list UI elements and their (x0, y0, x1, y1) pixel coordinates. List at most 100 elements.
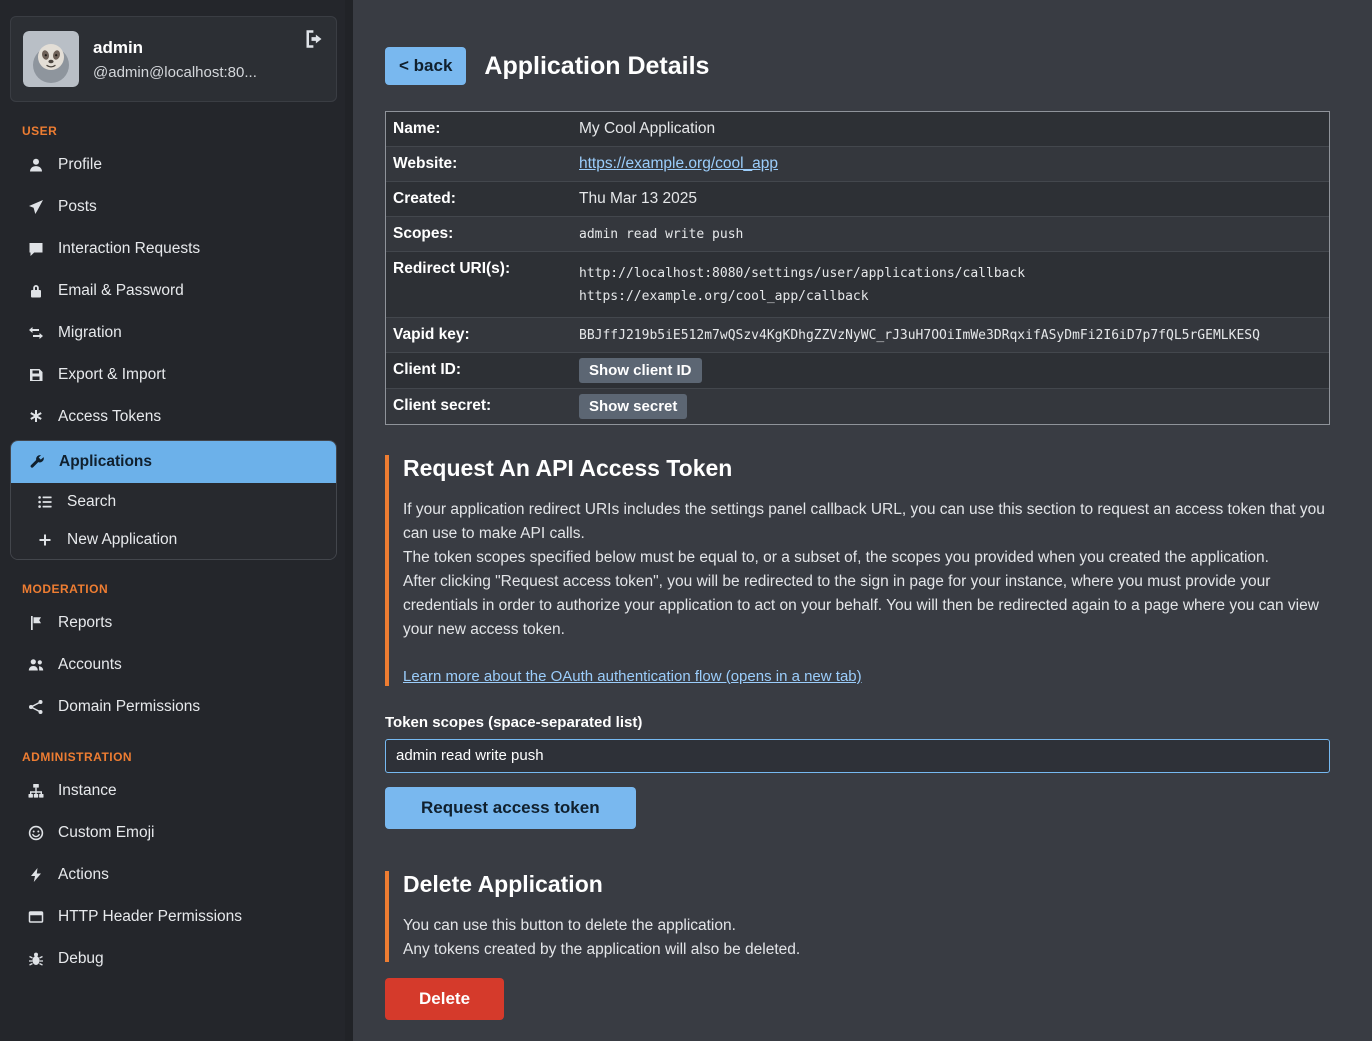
vapid-key-value: BBJffJ219b5iE512m7wQSzv4KgKDhgZZVzNyWC_r… (579, 318, 1329, 351)
flag-icon (28, 615, 44, 631)
user-card[interactable]: admin @admin@localhost:80... (10, 16, 337, 102)
sidebar-item-actions[interactable]: Actions (10, 854, 337, 896)
sidebar-item-applications-search[interactable]: Search (11, 483, 336, 521)
sidebar-item-export-import[interactable]: Export & Import (10, 354, 337, 396)
sign-out-icon (304, 29, 324, 49)
back-button[interactable]: < back (385, 47, 466, 85)
token-scopes-label: Token scopes (space-separated list) (385, 714, 1330, 731)
row-label: Client secret: (386, 389, 579, 423)
sidebar-heading-user: USER (22, 124, 337, 138)
table-row-created: Created: Thu Mar 13 2025 (386, 181, 1329, 216)
sidebar-item-custom-emoji[interactable]: Custom Emoji (10, 812, 337, 854)
sidebar-item-email-password[interactable]: Email & Password (10, 270, 337, 312)
page-title: Application Details (484, 52, 709, 81)
sidebar-item-label: Accounts (58, 656, 122, 674)
sloth-avatar-image (23, 31, 79, 87)
row-label: Client ID: (386, 353, 579, 387)
sidebar-item-label: Search (67, 493, 116, 511)
logout-button[interactable] (304, 29, 324, 52)
request-access-token-button[interactable]: Request access token (385, 787, 636, 829)
sidebar-item-label: Migration (58, 324, 122, 342)
delete-info-line: You can use this button to delete the ap… (403, 914, 1330, 938)
applications-subnav: Search New Application (11, 483, 336, 559)
sidebar-item-label: Applications (59, 453, 152, 471)
applications-group: Applications Search New Application (10, 440, 337, 560)
transfer-arrows-icon (28, 325, 44, 341)
users-icon (28, 657, 44, 673)
plus-icon (37, 532, 53, 548)
row-label: Name: (386, 112, 579, 146)
row-label: Vapid key: (386, 318, 579, 352)
show-secret-button[interactable]: Show secret (579, 394, 687, 419)
bolt-icon (28, 867, 44, 883)
share-nodes-icon (28, 699, 44, 715)
sitemap-icon (28, 783, 44, 799)
table-row-redirect-uris: Redirect URI(s): http://localhost:8080/s… (386, 251, 1329, 317)
row-label: Redirect URI(s): (386, 252, 579, 286)
sidebar: admin @admin@localhost:80... USER Profil… (0, 0, 345, 1041)
tools-icon (29, 454, 45, 470)
sidebar-item-reports[interactable]: Reports (10, 602, 337, 644)
sidebar-item-accounts[interactable]: Accounts (10, 644, 337, 686)
sidebar-item-label: Debug (58, 950, 104, 968)
sidebar-item-posts[interactable]: Posts (10, 186, 337, 228)
delete-info-line: Any tokens created by the application wi… (403, 938, 1330, 962)
sidebar-item-label: Instance (58, 782, 117, 800)
avatar (23, 31, 79, 87)
token-scopes-input[interactable] (385, 739, 1330, 773)
redirect-uris-value: http://localhost:8080/settings/user/appl… (579, 252, 1329, 317)
redirect-uri: http://localhost:8080/settings/user/appl… (579, 262, 1321, 285)
website-link[interactable]: https://example.org/cool_app (579, 155, 778, 172)
floppy-disk-icon (28, 367, 44, 383)
sidebar-item-label: Interaction Requests (58, 240, 200, 258)
sidebar-heading-moderation: MODERATION (22, 582, 337, 596)
token-request-paragraph: After clicking "Request access token", y… (403, 570, 1330, 642)
user-handle: @admin@localhost:80... (93, 64, 257, 81)
table-row-scopes: Scopes: admin read write push (386, 216, 1329, 251)
token-request-paragraph: If your application redirect URIs includ… (403, 498, 1330, 546)
table-row-website: Website: https://example.org/cool_app (386, 146, 1329, 181)
sidebar-item-label: Email & Password (58, 282, 184, 300)
sidebar-item-label: Export & Import (58, 366, 166, 384)
sidebar-item-label: Domain Permissions (58, 698, 200, 716)
row-label: Created: (386, 182, 579, 216)
show-client-id-button[interactable]: Show client ID (579, 358, 702, 383)
delete-application-section: Delete Application You can use this butt… (385, 871, 1330, 962)
sidebar-item-instance[interactable]: Instance (10, 770, 337, 812)
delete-application-heading: Delete Application (403, 871, 1330, 898)
sidebar-item-domain-permissions[interactable]: Domain Permissions (10, 686, 337, 728)
table-row-client-secret: Client secret: Show secret (386, 388, 1329, 424)
user-icon (28, 157, 44, 173)
application-name-value: My Cool Application (579, 112, 1329, 146)
sidebar-item-access-tokens[interactable]: Access Tokens (10, 396, 337, 438)
sidebar-heading-administration: ADMINISTRATION (22, 750, 337, 764)
sidebar-item-interaction-requests[interactable]: Interaction Requests (10, 228, 337, 270)
row-label: Scopes: (386, 217, 579, 251)
username: admin (93, 38, 257, 58)
application-details-table: Name: My Cool Application Website: https… (385, 111, 1330, 425)
table-row-name: Name: My Cool Application (386, 112, 1329, 146)
oauth-docs-link[interactable]: Learn more about the OAuth authenticatio… (403, 668, 862, 685)
paper-plane-icon (28, 199, 44, 215)
sidebar-item-applications[interactable]: Applications (11, 441, 336, 483)
sidebar-item-debug[interactable]: Debug (10, 938, 337, 980)
list-icon (37, 494, 53, 510)
sidebar-item-label: Reports (58, 614, 112, 632)
sidebar-item-migration[interactable]: Migration (10, 312, 337, 354)
sidebar-item-label: Profile (58, 156, 102, 174)
token-request-section: Request An API Access Token If your appl… (385, 455, 1330, 686)
sidebar-item-new-application[interactable]: New Application (11, 521, 336, 559)
row-label: Website: (386, 147, 579, 181)
asterisk-icon (28, 409, 44, 425)
lock-icon (28, 283, 44, 299)
main-content: < back Application Details Name: My Cool… (353, 0, 1372, 1041)
table-row-client-id: Client ID: Show client ID (386, 352, 1329, 388)
bug-icon (28, 951, 44, 967)
sidebar-item-profile[interactable]: Profile (10, 144, 337, 186)
sidebar-item-label: Access Tokens (58, 408, 161, 426)
sidebar-item-label: New Application (67, 531, 177, 549)
user-meta: admin @admin@localhost:80... (93, 38, 257, 81)
smiley-icon (28, 825, 44, 841)
sidebar-item-http-header-permissions[interactable]: HTTP Header Permissions (10, 896, 337, 938)
delete-button[interactable]: Delete (385, 978, 504, 1020)
